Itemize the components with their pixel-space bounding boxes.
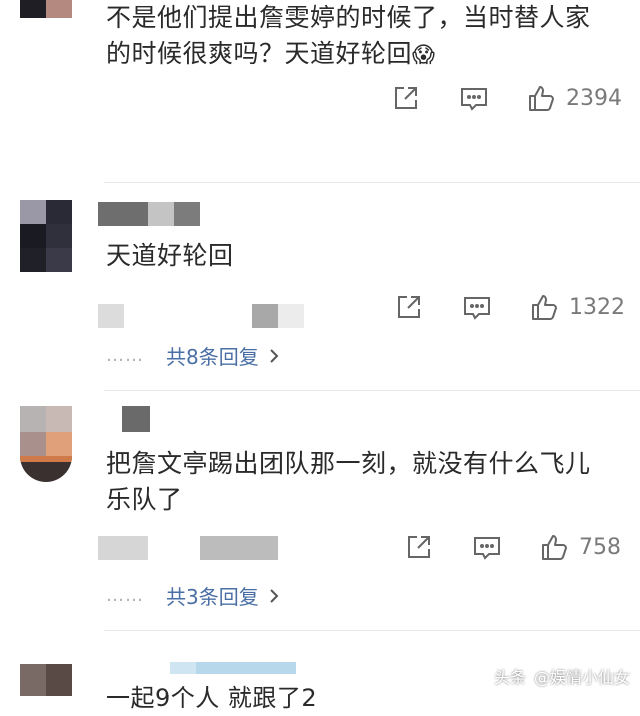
meta-redacted	[98, 300, 308, 330]
like-button[interactable]: 2394	[528, 84, 622, 112]
comment-button[interactable]	[463, 295, 491, 321]
replies-label: 共8条回复	[166, 345, 259, 369]
comment-line: 的时候很爽吗？天道好轮回😱	[106, 36, 591, 74]
comment-icon	[461, 88, 487, 111]
comment-text: 天道好轮回	[106, 238, 234, 274]
replies-label: 共3条回复	[166, 585, 259, 609]
avatar[interactable]	[20, 406, 72, 482]
comment-icon	[464, 297, 490, 320]
watermark-author: @娱情小仙女	[533, 668, 630, 687]
comment-button[interactable]	[473, 535, 501, 561]
share-button[interactable]	[396, 294, 422, 320]
watermark: 头条 @娱情小仙女	[494, 664, 630, 688]
emoji-icon: 😱	[412, 43, 436, 68]
view-replies-link[interactable]: …… 共3条回复	[106, 581, 279, 610]
thumbs-up-icon	[529, 86, 554, 111]
share-button[interactable]	[393, 85, 419, 111]
comment-line: 不是他们提出詹雯婷的时候了，当时替人家	[106, 3, 591, 32]
reply-indent-dots: ……	[106, 345, 144, 366]
chevron-right-icon	[270, 348, 279, 363]
comment-text: 一起9个人 就跟了2	[106, 680, 317, 716]
thumbs-up-icon	[542, 535, 567, 560]
comment-line: 乐队了	[106, 485, 183, 514]
avatar[interactable]	[20, 200, 72, 272]
username-redacted[interactable]	[122, 406, 150, 432]
divider	[104, 390, 640, 391]
like-count: 1322	[569, 294, 625, 320]
comment-line-text: 的时候很爽吗？天道好轮回	[106, 39, 413, 68]
username-redacted[interactable]	[98, 202, 200, 226]
like-button[interactable]: 1322	[531, 293, 625, 321]
divider	[104, 630, 640, 631]
comment-icon	[474, 537, 500, 560]
avatar[interactable]	[20, 0, 72, 18]
share-icon	[398, 296, 420, 318]
avatar[interactable]	[20, 664, 72, 696]
comment-text: 把詹文亭踢出团队那一刻，就没有什么飞儿 乐队了	[106, 446, 591, 518]
share-icon	[408, 536, 430, 558]
share-icon	[395, 87, 417, 109]
comment-text: 不是他们提出詹雯婷的时候了，当时替人家 的时候很爽吗？天道好轮回😱	[106, 0, 591, 74]
like-button[interactable]: 758	[541, 533, 621, 561]
comment-line: 天道好轮回	[106, 241, 234, 270]
reply-indent-dots: ……	[106, 585, 144, 606]
comment-line: 把詹文亭踢出团队那一刻，就没有什么飞儿	[106, 449, 591, 478]
comment-line: 一起9个人 就跟了2	[106, 684, 318, 712]
share-button[interactable]	[406, 534, 432, 560]
thumbs-up-icon	[532, 295, 557, 320]
like-count: 758	[579, 534, 621, 560]
like-count: 2394	[566, 85, 622, 111]
watermark-platform: 头条	[493, 668, 526, 687]
view-replies-link[interactable]: …… 共8条回复	[106, 341, 279, 370]
meta-redacted	[98, 536, 280, 562]
chevron-right-icon	[270, 588, 279, 603]
comment-button[interactable]	[460, 86, 488, 112]
divider	[104, 182, 640, 183]
username-redacted[interactable]	[170, 660, 296, 674]
